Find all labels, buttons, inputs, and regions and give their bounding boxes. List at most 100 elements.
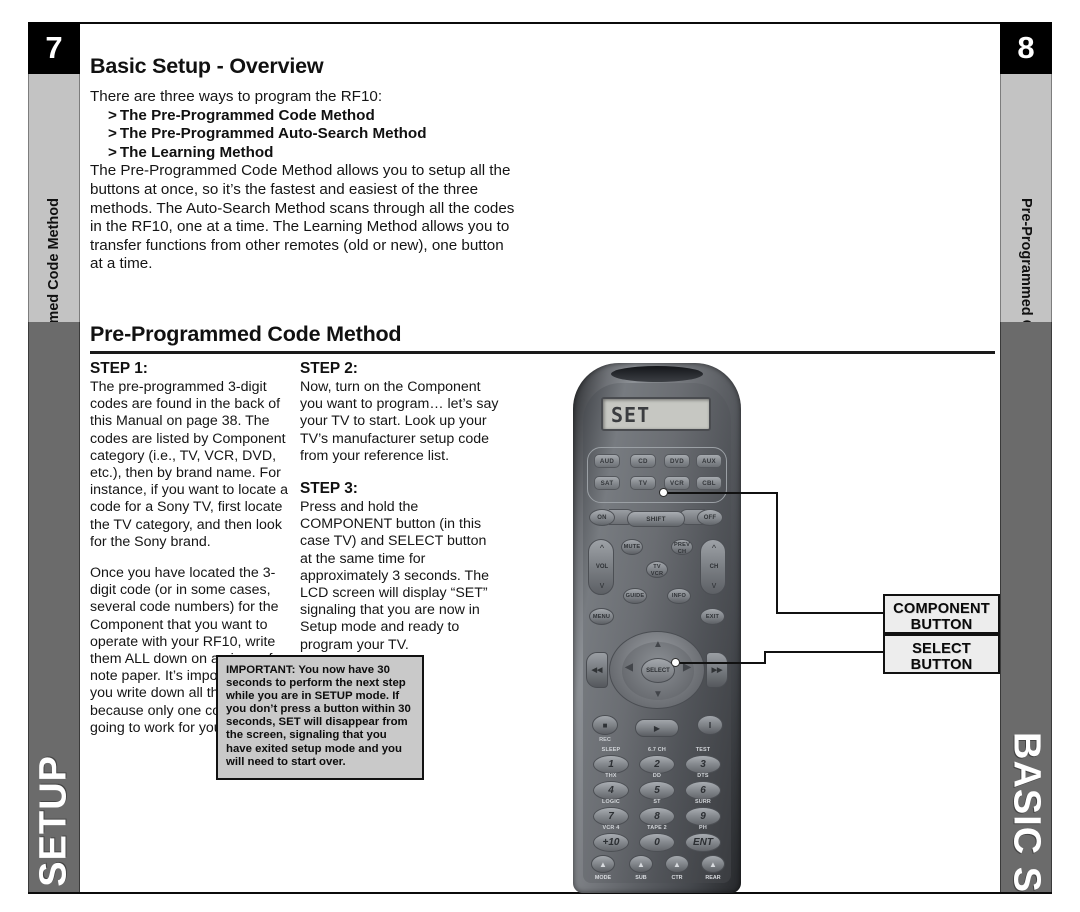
remote-button-aux[interactable]: AUX — [696, 454, 722, 468]
chevron-down-icon: v — [599, 580, 605, 590]
step-2-title: STEP 2: — [300, 360, 358, 377]
remote-button-rewind[interactable]: ◀◀ — [586, 652, 608, 688]
section-divider — [90, 351, 995, 354]
remote-button-info[interactable]: INFO — [667, 588, 691, 604]
section-header: Pre-Programmed Code Method — [90, 322, 995, 354]
remote-key-6[interactable]: 6 — [685, 781, 721, 800]
list-item: > The Learning Method — [108, 144, 520, 163]
method-label: The Pre-Programmed Auto-Search Method — [119, 125, 427, 143]
lcd-text: SET — [611, 403, 651, 427]
remote-button-vcr[interactable]: VCR — [664, 476, 690, 490]
remote-button-tv[interactable]: TV — [630, 476, 656, 490]
component-leader-segment-3 — [776, 612, 885, 614]
remote-label-rear: REAR — [705, 875, 721, 881]
remote-button-sat[interactable]: SAT — [594, 476, 620, 490]
callout-select-button: SELECT BUTTON — [883, 634, 1000, 674]
right-tab-chapter: Pre-Programmed Code Method — [1000, 74, 1052, 322]
remote-button-sub[interactable]: ▲ — [629, 855, 653, 873]
important-note-lead: IMPORTANT: — [226, 664, 296, 676]
remote-key-plus10[interactable]: +10 — [593, 833, 629, 852]
arrow-left-icon[interactable]: ◀ — [622, 662, 636, 673]
remote-button-shift[interactable]: SHIFT — [627, 511, 685, 527]
component-button-marker-dot — [659, 488, 668, 497]
remote-button-exit[interactable]: EXIT — [700, 608, 725, 625]
remote-dpad[interactable]: ▲ ▼ ◀ ▶ SELECT — [609, 631, 705, 709]
remote-channel-label: CH — [709, 564, 719, 570]
tv-vcr-line-1: TV — [653, 564, 661, 570]
select-leader-segment-1 — [676, 662, 766, 664]
keypad-sublabel-10: VCR 4 — [602, 825, 620, 831]
component-button-cluster: AUD CD DVD AUX SAT TV VCR CBL — [587, 447, 727, 503]
remote-button-cd[interactable]: CD — [630, 454, 656, 468]
chevron-down-icon: v — [711, 580, 717, 590]
remote-volume-label: VOL — [595, 564, 609, 570]
remote-volume-rocker[interactable]: ^ VOL v — [588, 539, 614, 595]
remote-key-9[interactable]: 9 — [685, 807, 721, 826]
remote-button-select[interactable]: SELECT — [641, 658, 675, 683]
keypad-sublabel-8: ST — [653, 799, 661, 805]
remote-control-illustration: SET AUD CD DVD AUX SAT TV VCR CBL ON SHI… — [573, 363, 741, 893]
keypad-sublabel-7: LOGIC — [601, 799, 621, 805]
arrow-glyph: > — [108, 106, 117, 124]
select-button-marker-dot — [671, 658, 680, 667]
remote-key-4[interactable]: 4 — [593, 781, 629, 800]
remote-button-prev-ch[interactable]: PREV CH — [671, 539, 693, 555]
remote-button-stop[interactable]: ■ — [592, 715, 618, 735]
remote-key-2[interactable]: 2 — [639, 755, 675, 774]
remote-key-1[interactable]: 1 — [593, 755, 629, 774]
keypad-sublabel-11: TAPE 2 — [647, 825, 667, 831]
remote-button-tv-vcr[interactable]: TV VCR — [646, 561, 668, 578]
remote-button-cbl[interactable]: CBL — [696, 476, 722, 490]
callout-select-line-2: BUTTON — [910, 657, 973, 673]
remote-ir-emitter — [611, 366, 703, 382]
manual-page: Pre-Programmed Code Method Pre-Programme… — [0, 0, 1080, 912]
page-number-right: 8 — [1000, 22, 1052, 74]
remote-key-0[interactable]: 0 — [639, 833, 675, 852]
remote-channel-rocker[interactable]: ^ CH v — [700, 539, 726, 595]
step-2-3-column: STEP 2: Now, turn on the Component you w… — [300, 360, 500, 654]
remote-key-8[interactable]: 8 — [639, 807, 675, 826]
remote-button-pause[interactable]: ‖ — [697, 715, 723, 735]
remote-button-mode[interactable]: ▲ — [591, 855, 615, 873]
remote-button-off[interactable]: OFF — [697, 509, 723, 526]
keypad-sublabel-9: SURR — [694, 799, 712, 805]
remote-button-forward[interactable]: ▶▶ — [706, 652, 728, 688]
right-tab-section-label: BASIC SETUP — [1005, 732, 1048, 892]
methods-list: > The Pre-Programmed Code Method > The Pre… — [108, 107, 520, 163]
remote-button-aud[interactable]: AUD — [594, 454, 620, 468]
remote-body: SET AUD CD DVD AUX SAT TV VCR CBL ON SHI… — [573, 363, 741, 893]
step-1-paragraph-1: The pre-programmed 3-digit codes are fou… — [90, 379, 288, 550]
method-label: The Learning Method — [119, 143, 274, 161]
arrow-down-icon[interactable]: ▼ — [651, 689, 665, 700]
left-tab-section: BASIC SETUP — [28, 322, 80, 892]
remote-button-on[interactable]: ON — [589, 509, 615, 526]
important-note-text: IMPORTANT: You now have 30 seconds to pe… — [226, 664, 414, 769]
important-note-box: IMPORTANT: You now have 30 seconds to pe… — [216, 655, 424, 780]
method-label: The Pre-Programmed Code Method — [119, 106, 375, 124]
remote-keypad: SLEEP 6.7 CH TEST 1 2 3 THX DD DTS 4 5 6… — [587, 745, 727, 852]
remote-key-7[interactable]: 7 — [593, 807, 629, 826]
remote-button-dvd[interactable]: DVD — [664, 454, 690, 468]
arrow-glyph: > — [108, 143, 117, 161]
remote-label-rec: REC — [599, 737, 611, 743]
remote-key-3[interactable]: 3 — [685, 755, 721, 774]
overview-intro: There are three ways to program the RF10… — [90, 88, 383, 105]
remote-mode-row: ▲ ▲ ▲ ▲ MODE SUB CTR REAR — [587, 855, 727, 889]
remote-button-play[interactable]: ▶ — [635, 719, 679, 737]
remote-label-mode: MODE — [594, 875, 612, 881]
chevron-up-icon: ^ — [599, 543, 605, 553]
remote-button-mute[interactable]: MUTE — [621, 539, 643, 555]
remote-button-menu[interactable]: MENU — [589, 608, 614, 625]
step-3-title: STEP 3: — [300, 480, 358, 498]
overview-paragraph: The Pre-Programmed Code Method allows yo… — [90, 162, 515, 273]
chevron-up-icon: ^ — [711, 543, 717, 553]
remote-key-ent[interactable]: ENT — [685, 833, 721, 852]
remote-button-ctr[interactable]: ▲ — [665, 855, 689, 873]
remote-button-rear[interactable]: ▲ — [701, 855, 725, 873]
remote-key-5[interactable]: 5 — [639, 781, 675, 800]
remote-button-guide[interactable]: GUIDE — [623, 588, 647, 604]
list-item: > The Pre-Programmed Auto-Search Method — [108, 125, 520, 144]
keypad-sublabel-2: 6.7 CH — [648, 747, 666, 753]
arrow-up-icon[interactable]: ▲ — [651, 639, 665, 650]
remote-label-ctr: CTR — [671, 875, 683, 881]
